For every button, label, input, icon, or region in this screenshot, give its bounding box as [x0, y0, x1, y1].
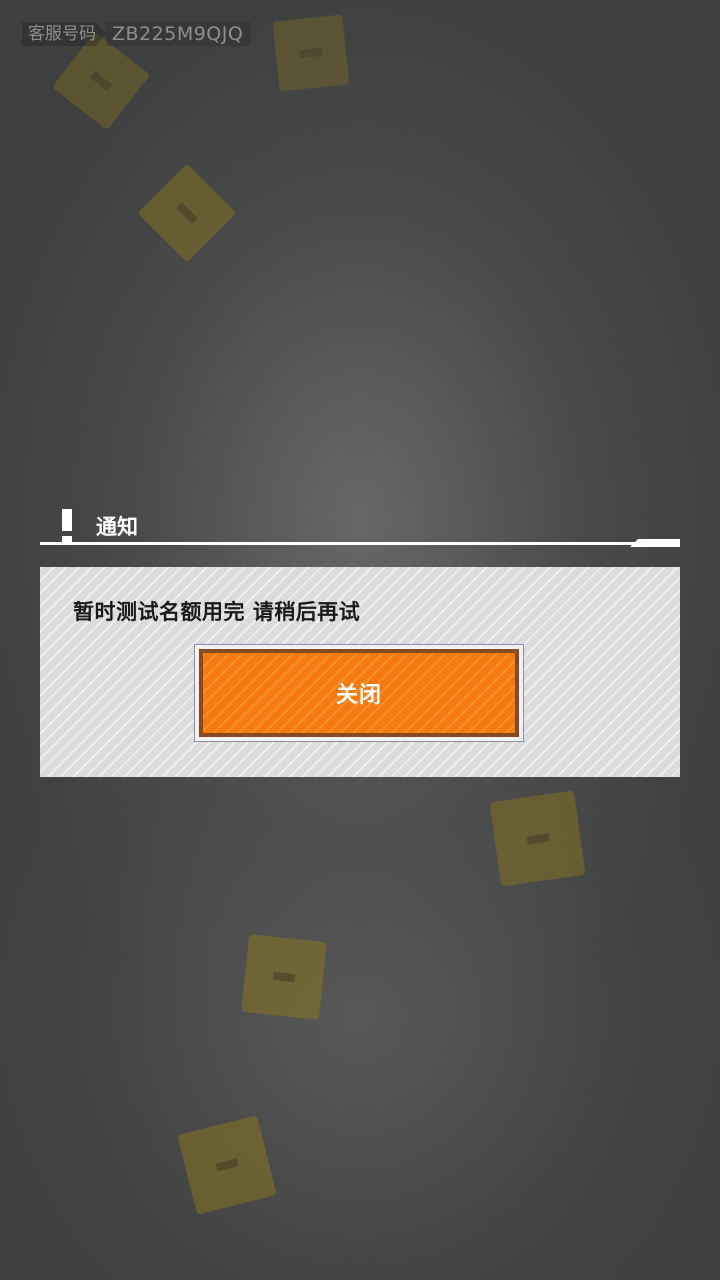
close-button-label: 关闭: [335, 683, 382, 708]
close-button-frame: 关闭: [194, 644, 524, 742]
notice-title: 通知: [96, 515, 138, 539]
notice-dialog: 暂时测试名额用完 请稍后再试 关闭: [40, 567, 680, 777]
service-code-label: 客服号码: [22, 22, 106, 46]
service-code-bar: 客服号码 ZB225M9QJQ: [22, 22, 252, 46]
floating-block-icon: [51, 31, 151, 131]
close-button[interactable]: 关闭: [199, 649, 519, 737]
floating-block-icon: [241, 934, 327, 1020]
floating-block-icon: [489, 790, 586, 887]
floating-block-icon: [272, 14, 350, 92]
header-divider-tab: [630, 539, 680, 547]
exclamation-icon: [62, 509, 72, 544]
service-code-value: ZB225M9QJQ: [106, 22, 252, 46]
header-divider: [40, 542, 635, 545]
notice-header: 通知: [40, 503, 680, 547]
floating-block-icon: [137, 163, 237, 263]
floating-block-icon: [177, 1115, 277, 1215]
notice-message: 暂时测试名额用完 请稍后再试: [73, 600, 361, 624]
